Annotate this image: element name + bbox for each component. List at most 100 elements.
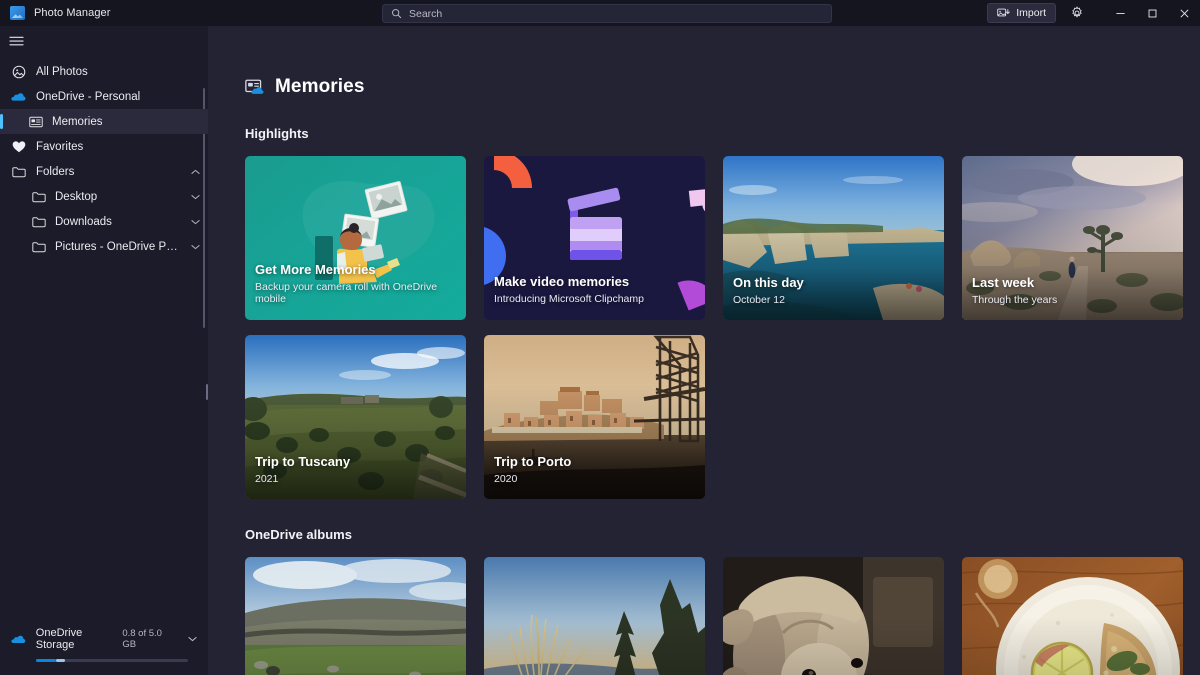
card-subtitle: 2020 — [494, 473, 695, 485]
card-gradient-overlay — [484, 617, 705, 675]
sidebar-item-memories[interactable]: Memories — [0, 109, 208, 134]
card-gradient-overlay — [723, 617, 944, 675]
all-photos-icon — [11, 65, 26, 79]
folder-icon — [32, 216, 46, 228]
chevron-up-icon — [191, 169, 200, 175]
sidebar-item-label: Favorites — [36, 141, 83, 153]
highlight-card[interactable]: On this day October 12 — [723, 156, 944, 320]
chevron-down-icon — [188, 636, 197, 642]
storage-section[interactable]: OneDrive Storage 0.8 of 5.0 GB — [0, 618, 208, 675]
title-bar-right: Import — [987, 0, 1200, 26]
chevron-down-icon — [191, 194, 200, 200]
card-title: Trip to Porto — [494, 454, 695, 469]
folder-icon — [31, 191, 46, 203]
card-title: Make video memories — [494, 274, 695, 289]
page-header: Memories — [245, 26, 1200, 98]
sidebar-item-pictures-onedrive-personal[interactable]: Pictures - OneDrive Personal — [0, 234, 208, 259]
section-heading-highlights: Highlights — [245, 126, 1200, 141]
folder-icon — [12, 166, 26, 178]
card-subtitle: October 12 — [733, 294, 934, 306]
sidebar-item-label: Memories — [52, 116, 102, 128]
card-caption: On this day October 12 — [733, 275, 934, 306]
storage-progress-bar — [36, 659, 188, 662]
search-input[interactable]: Search — [409, 8, 442, 20]
heart-icon — [11, 140, 26, 154]
close-icon — [1179, 8, 1190, 19]
album-card[interactable]: Pets — [723, 557, 944, 675]
chevron-down-icon — [191, 244, 200, 250]
sidebar-item-favorites[interactable]: Favorites — [0, 134, 208, 159]
section-heading-albums: OneDrive albums — [245, 527, 1200, 542]
photo-app-logo-icon — [10, 6, 25, 20]
maximize-icon — [1147, 8, 1158, 19]
card-caption: Make video memories Introducing Microsoft… — [494, 274, 695, 305]
folder-icon — [31, 241, 46, 253]
card-title: Last week — [972, 275, 1173, 290]
sidebar: All Photos OneDrive - Personal Memories Fav… — [0, 26, 208, 675]
sidebar-item-label: OneDrive - Personal — [36, 91, 140, 103]
album-card[interactable]: Food Pics — [962, 557, 1183, 675]
onedrive-cloud-icon — [11, 91, 26, 102]
highlight-card[interactable]: Get More Memories Backup your camera roll… — [245, 156, 466, 320]
sidebar-item-desktop[interactable]: Desktop — [0, 184, 208, 209]
highlight-card[interactable]: Make video memories Introducing Microsoft… — [484, 156, 705, 320]
maximize-button[interactable] — [1136, 0, 1168, 26]
highlight-card[interactable]: Trip to Tuscany 2021 — [245, 335, 466, 499]
highlight-card[interactable]: Last week Through the years — [962, 156, 1183, 320]
albums-row: Camping in Connemara — [245, 557, 1200, 675]
card-subtitle: Backup your camera roll with OneDrive mo… — [255, 281, 456, 305]
page-title: Memories — [275, 76, 365, 98]
settings-button[interactable] — [1064, 2, 1090, 24]
card-subtitle: Introducing Microsoft Clipchamp — [494, 293, 695, 305]
card-gradient-overlay — [962, 617, 1183, 675]
folder-icon — [31, 216, 46, 228]
card-title: Trip to Tuscany — [255, 454, 456, 469]
card-caption: Get More Memories Backup your camera roll… — [255, 262, 456, 305]
card-caption: Last week Through the years — [972, 275, 1173, 306]
album-card[interactable]: Camping in Connemara — [245, 557, 466, 675]
sidebar-item-downloads[interactable]: Downloads — [0, 209, 208, 234]
minimize-icon — [1115, 8, 1126, 19]
card-title: Get More Memories — [255, 262, 456, 277]
hamburger-menu-icon — [9, 35, 24, 47]
storage-amount: 0.8 of 5.0 GB — [122, 628, 171, 650]
sidebar-item-onedrive-personal[interactable]: OneDrive - Personal — [0, 84, 208, 109]
sidebar-item-label: Pictures - OneDrive Personal — [55, 241, 182, 253]
heart-icon — [12, 140, 26, 154]
close-button[interactable] — [1168, 0, 1200, 26]
menu-toggle-button[interactable] — [0, 26, 208, 56]
search-box[interactable]: Search — [382, 4, 832, 23]
sidebar-item-label: Downloads — [55, 216, 112, 228]
import-photo-icon — [997, 7, 1010, 19]
window-body: All Photos OneDrive - Personal Memories Fav… — [0, 26, 1200, 675]
card-title: On this day — [733, 275, 934, 290]
onedrive-cloud-icon — [11, 91, 26, 102]
folder-icon — [32, 241, 46, 253]
album-card[interactable]: Cycling Trips — [484, 557, 705, 675]
photo-manager-window: Photo Manager Search Import — [0, 0, 1200, 675]
card-gradient-overlay — [245, 617, 466, 675]
highlights-row-1: Get More Memories Backup your camera roll… — [245, 156, 1200, 320]
main-content: Memories Highlights — [208, 26, 1200, 675]
import-button-label: Import — [1016, 7, 1046, 19]
storage-label: OneDrive Storage — [36, 627, 113, 651]
search-icon — [391, 8, 402, 19]
import-button[interactable]: Import — [987, 3, 1056, 23]
onedrive-cloud-icon — [11, 633, 26, 645]
card-subtitle: Through the years — [972, 294, 1173, 306]
sidebar-item-folders[interactable]: Folders — [0, 159, 208, 184]
sidebar-item-all-photos[interactable]: All Photos — [0, 59, 208, 84]
app-title: Photo Manager — [34, 7, 111, 19]
folder-icon — [11, 166, 26, 178]
sidebar-item-label: All Photos — [36, 66, 88, 78]
sidebar-item-label: Desktop — [55, 191, 97, 203]
highlights-row-2: Trip to Tuscany 2021 — [245, 335, 1200, 499]
title-bar: Photo Manager Search Import — [0, 0, 1200, 26]
memories-cloud-icon — [245, 79, 264, 95]
card-subtitle: 2021 — [255, 473, 456, 485]
all-photos-icon — [12, 65, 26, 79]
highlight-card[interactable]: Trip to Porto 2020 — [484, 335, 705, 499]
sidebar-resize-handle[interactable] — [205, 383, 209, 401]
minimize-button[interactable] — [1104, 0, 1136, 26]
card-caption: Trip to Tuscany 2021 — [255, 454, 456, 485]
